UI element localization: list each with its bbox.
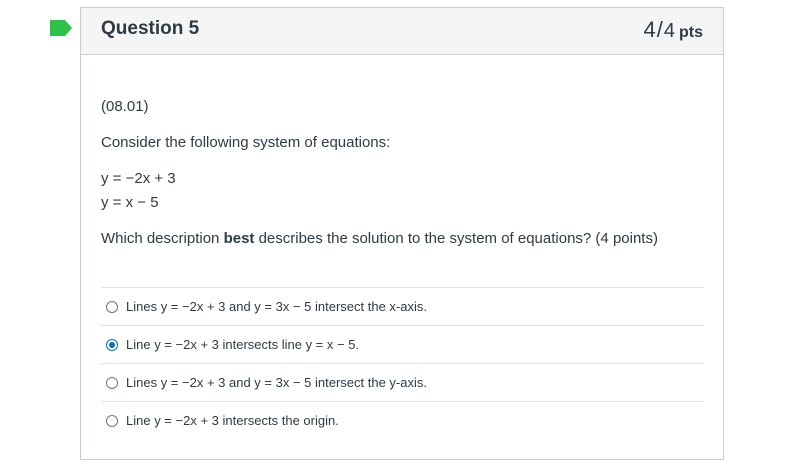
radio-button-icon[interactable]: [106, 376, 118, 389]
correct-flag-icon: [50, 20, 72, 36]
question-prompt: Consider the following system of equatio…: [101, 134, 391, 151]
answer-label: Lines y = −2x + 3 and y = 3x − 5 interse…: [126, 375, 427, 390]
points-separator: /: [656, 17, 663, 42]
question-ask: Which description best describes the sol…: [101, 230, 658, 247]
answer-option-2[interactable]: Line y = −2x + 3 intersects line y = x −…: [101, 325, 704, 363]
points-total: 4: [663, 20, 675, 42]
question-code: (08.01): [101, 98, 149, 115]
radio-button-icon[interactable]: [106, 300, 118, 313]
radio-button-icon[interactable]: [106, 338, 118, 351]
answer-label: Line y = −2x + 3 intersects line y = x −…: [126, 337, 360, 352]
ask-text-before: Which description: [101, 230, 224, 247]
question-points: 4 / 4 pts: [644, 17, 704, 43]
question-header: Question 5 4 / 4 pts: [81, 8, 723, 55]
answer-option-3[interactable]: Lines y = −2x + 3 and y = 3x − 5 interse…: [101, 363, 704, 401]
radio-button-icon[interactable]: [106, 414, 118, 427]
question-card: Question 5 4 / 4 pts (08.01) Consider th…: [80, 7, 724, 460]
points-unit: pts: [679, 24, 703, 41]
ask-text-after: describes the solution to the system of …: [254, 230, 658, 247]
answer-option-1[interactable]: Lines y = −2x + 3 and y = 3x − 5 interse…: [101, 287, 704, 325]
answer-label: Line y = −2x + 3 intersects the origin.: [126, 413, 339, 428]
answer-option-4[interactable]: Line y = −2x + 3 intersects the origin.: [101, 401, 704, 439]
answer-list: Lines y = −2x + 3 and y = 3x − 5 interse…: [101, 287, 704, 439]
equation-1: y = −2x + 3: [101, 170, 176, 187]
equation-2: y = x − 5: [101, 194, 159, 211]
answer-label: Lines y = −2x + 3 and y = 3x − 5 interse…: [126, 299, 427, 314]
question-title: Question 5: [101, 18, 200, 39]
ask-text-bold: best: [223, 230, 255, 247]
points-score: 4: [643, 17, 656, 42]
